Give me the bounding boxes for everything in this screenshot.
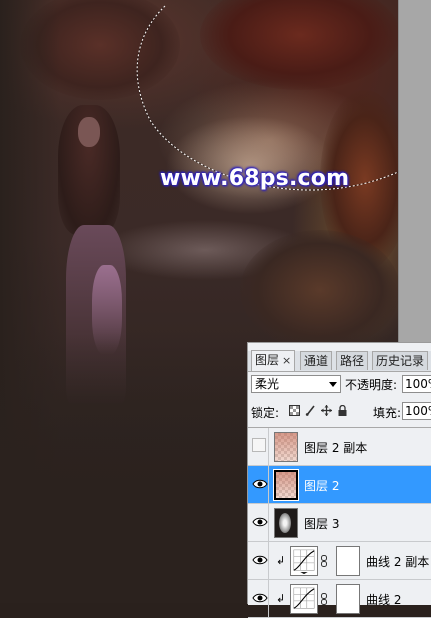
visibility-toggle[interactable] [249, 466, 269, 503]
tab-channels-label: 通道 [304, 354, 329, 368]
fill-input[interactable]: 100% [402, 402, 431, 420]
layer-name: 图层 2 [304, 479, 340, 493]
visibility-toggle[interactable] [249, 580, 269, 617]
chevron-down-icon [329, 382, 337, 387]
layer-row-selected[interactable]: 图层 2 [248, 466, 431, 504]
eye-icon [252, 593, 268, 603]
tab-history-label: 历史记录 [376, 354, 425, 368]
clipping-arrow-icon: ↲ [276, 554, 286, 567]
visibility-toggle[interactable] [249, 542, 269, 579]
panel-tabs: 图层 × 通道 路径 历史记录 [248, 350, 431, 372]
opacity-value: 100% [405, 377, 431, 391]
tab-paths-label: 路径 [340, 354, 365, 368]
lock-move-icon[interactable] [321, 405, 332, 416]
opacity-label: 不透明度: [345, 378, 398, 392]
fill-label: 填充: [373, 406, 402, 420]
layer-mask-thumbnail[interactable] [336, 546, 360, 576]
lock-paint-icon[interactable] [305, 405, 316, 416]
fill-value: 100% [405, 404, 431, 418]
close-icon[interactable]: × [282, 354, 291, 367]
clipping-arrow-icon: ↲ [276, 592, 286, 605]
layer-row[interactable]: ↲ 曲线 2 [248, 580, 431, 618]
tab-layers-label: 图层 [255, 353, 280, 367]
layer-row[interactable]: 图层 3 [248, 504, 431, 542]
link-icon[interactable] [321, 555, 327, 567]
layer-name: 曲线 2 副本 [366, 555, 430, 569]
eye-icon [252, 479, 268, 489]
watermark-text: www.68ps.com [160, 166, 350, 191]
blend-row: 柔光 不透明度: 100% [251, 375, 431, 395]
eye-icon [252, 555, 268, 565]
curves-adjustment-icon[interactable] [290, 546, 318, 576]
opacity-input[interactable]: 100% [402, 375, 431, 393]
layer-row[interactable]: 图层 2 副本 [248, 428, 431, 466]
lock-label: 锁定: [251, 406, 280, 420]
layer-name: 曲线 2 [366, 593, 402, 607]
layer-list: 图层 2 副本 图层 2 图层 3 ↲ 曲线 2 副本 ↲ 曲线 2 [248, 427, 431, 618]
layer-name: 图层 3 [304, 517, 340, 531]
blend-mode-value: 柔光 [255, 377, 280, 391]
layer-row[interactable]: ↲ 曲线 2 副本 [248, 542, 431, 580]
layer-thumbnail [274, 508, 298, 538]
visibility-off-icon [252, 438, 266, 452]
tab-channels[interactable]: 通道 [300, 351, 333, 370]
visibility-toggle[interactable] [249, 428, 269, 465]
layer-thumbnail [273, 469, 299, 501]
tab-history[interactable]: 历史记录 [372, 351, 429, 370]
lock-all-icon[interactable] [337, 405, 348, 416]
layers-panel: 图层× 通道 路径 历史记录 柔光 不透明度: 100% 锁定: [247, 342, 431, 618]
curves-adjustment-icon[interactable] [290, 584, 318, 614]
lock-row: 锁定: 填充: 100% [251, 402, 431, 421]
visibility-toggle[interactable] [249, 504, 269, 541]
eye-icon [252, 517, 268, 527]
blend-mode-select[interactable]: 柔光 [251, 375, 341, 393]
lock-transparent-icon[interactable] [289, 405, 300, 416]
link-icon[interactable] [321, 593, 327, 605]
tab-paths[interactable]: 路径 [336, 351, 369, 370]
layer-thumbnail [274, 432, 298, 462]
layer-mask-thumbnail[interactable] [336, 584, 360, 614]
tab-layers[interactable]: 图层 × [251, 350, 296, 371]
layer-name: 图层 2 副本 [304, 441, 368, 455]
